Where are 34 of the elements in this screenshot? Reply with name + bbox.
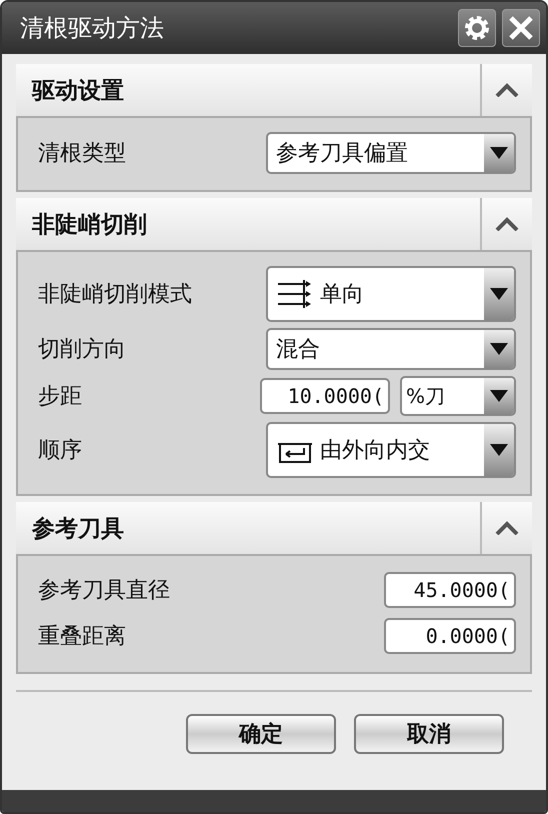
field-label: 切削方向 [38,336,127,364]
dropdown-arrow-icon [490,288,508,300]
field-label: 重叠距离 [38,623,127,651]
field-label: 步距 [38,383,83,411]
cancel-button[interactable]: 取消 [354,714,504,754]
chevron-up-icon [495,83,519,97]
field-label: 顺序 [38,437,83,465]
field-label: 参考刀具直径 [38,577,171,605]
settings-button[interactable] [458,9,496,47]
section-title: 参考刀具 [31,514,125,544]
close-icon [508,15,534,41]
parallel-arrows-icon [276,280,312,308]
dropdown-field[interactable]: %刀 [400,376,516,416]
dropdown-arrow-icon [490,390,508,402]
dropdown-field[interactable]: 参考刀具偏置 [266,132,516,174]
dropdown-field[interactable]: 混合 [266,328,516,370]
settings-icon [464,15,490,41]
field-label: 非陡峭切削模式 [38,281,193,309]
close-button[interactable] [502,9,540,47]
dropdown-arrow-icon [490,343,508,355]
dropdown-arrow-icon [490,147,508,159]
dropdown-field[interactable]: 由外向内交 [266,422,516,478]
window-title: 清根驱动方法 [20,13,165,44]
dropdown-field[interactable]: 单向 [266,266,516,322]
ok-button[interactable]: 确定 [186,714,336,754]
dropdown-arrow-icon [490,444,508,456]
field-label: 清根类型 [38,140,127,168]
chevron-up-icon [495,521,519,535]
input-field[interactable]: 45.0000( [384,572,516,608]
input-field[interactable]: 0.0000( [384,618,516,654]
input-field[interactable]: 10.0000( [260,378,390,414]
chevron-up-icon [495,217,519,231]
section-title: 驱动设置 [30,76,125,106]
section-title: 非陡峭切削 [31,210,148,240]
